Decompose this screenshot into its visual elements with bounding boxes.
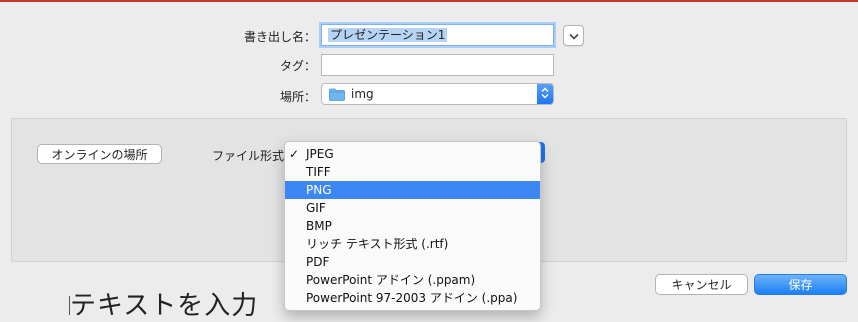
expand-dialog-button[interactable] <box>563 25 584 46</box>
menu-item-ppa[interactable]: PowerPoint 97-2003 アドイン (.ppa) <box>285 289 540 307</box>
where-value: img <box>351 87 374 101</box>
menu-item-gif[interactable]: GIF <box>285 199 540 217</box>
updown-arrows-icon <box>541 87 549 102</box>
cancel-button[interactable]: キャンセル <box>655 274 748 295</box>
tags-label: タグ： <box>279 59 316 73</box>
popup-stepper <box>537 84 553 104</box>
folder-icon <box>329 88 345 101</box>
where-popup[interactable]: img <box>321 83 554 105</box>
file-format-menu[interactable]: ✓ JPEG TIFF PNG GIF BMP リッチ テキスト形式 (.rtf… <box>284 141 541 311</box>
export-name-value: プレゼンテーション1 <box>328 28 448 42</box>
export-name-field[interactable]: プレゼンテーション1 <box>321 24 554 46</box>
menu-item-jpeg[interactable]: ✓ JPEG <box>285 145 540 163</box>
tags-field[interactable] <box>321 54 554 76</box>
save-button[interactable]: 保存 <box>754 274 847 295</box>
chevron-down-icon <box>568 29 579 43</box>
menu-item-pdf[interactable]: PDF <box>285 253 540 271</box>
window-top-edge <box>0 0 858 2</box>
file-format-label: ファイル形式 <box>211 149 284 163</box>
where-label: 場所： <box>279 90 316 104</box>
menu-item-png[interactable]: PNG <box>285 181 540 199</box>
export-name-label: 書き出し名： <box>243 30 316 44</box>
menu-item-ppam[interactable]: PowerPoint アドイン (.ppam) <box>285 271 540 289</box>
menu-item-tiff[interactable]: TIFF <box>285 163 540 181</box>
menu-item-rtf[interactable]: リッチ テキスト形式 (.rtf) <box>285 235 540 253</box>
checkmark-icon: ✓ <box>289 147 300 161</box>
background-document-text: テキストを入力 <box>70 291 259 321</box>
online-locations-button[interactable]: オンラインの場所 <box>37 144 162 164</box>
menu-item-bmp[interactable]: BMP <box>285 217 540 235</box>
